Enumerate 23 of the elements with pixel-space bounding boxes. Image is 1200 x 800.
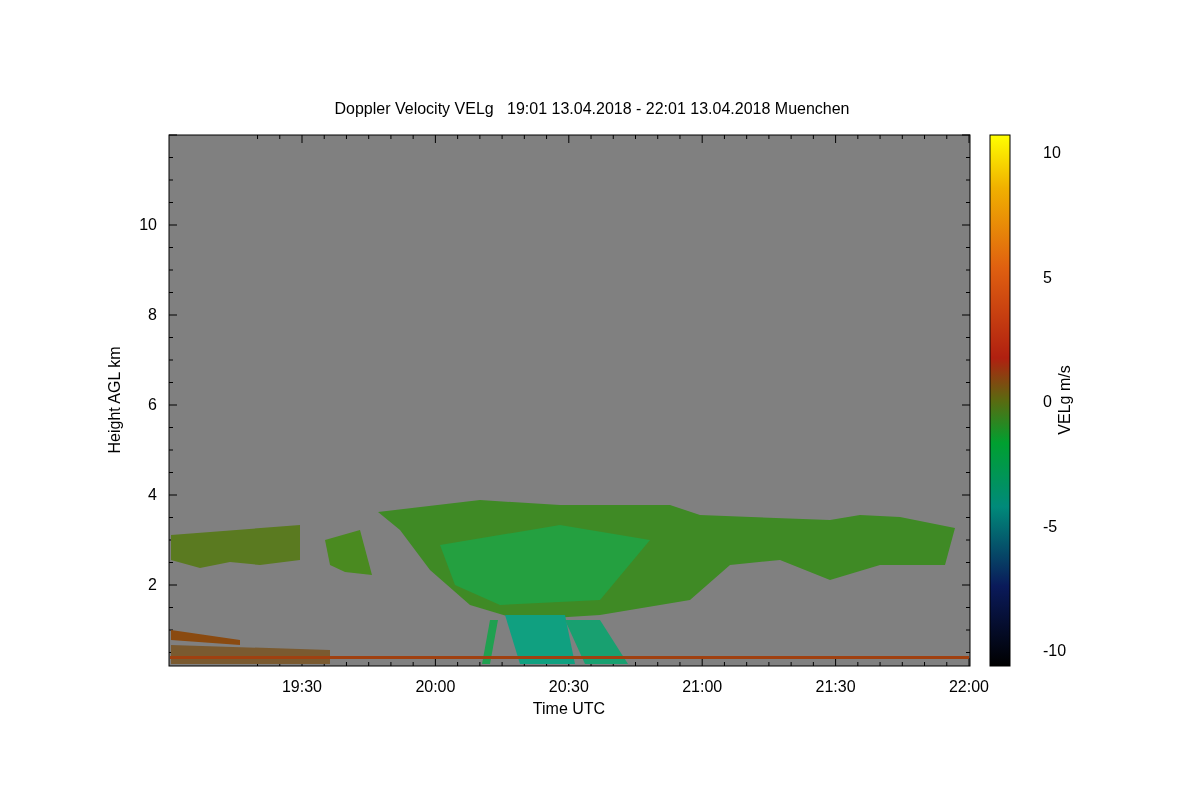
colorbar-tick-label: 5 [1043, 268, 1052, 286]
y-tick-label: 2 [148, 576, 157, 593]
x-tick-label: 21:30 [815, 678, 856, 695]
colorbar-tick-label: -5 [1043, 517, 1058, 535]
x-tick-label: 20:00 [415, 678, 456, 695]
y-axis-label: Height AGL km [106, 346, 123, 454]
chart-title: Doppler Velocity VELg 19:01 13.04.2018 - 22:01 13.04.2018 Muenchen [334, 100, 850, 117]
colorbar-tick-label: -10 [1043, 642, 1067, 659]
colorbar-tick-label: 10 [1043, 144, 1061, 161]
x-tick-label: 21:00 [682, 678, 723, 695]
y-tick-label: 6 [148, 396, 157, 413]
rain-streak [482, 620, 498, 664]
cloud-echo [325, 530, 372, 575]
x-tick-label: 20:30 [548, 678, 589, 695]
x-tick-label: 19:30 [282, 678, 322, 695]
y-tick-label: 4 [148, 486, 157, 503]
y-tick-label: 10 [139, 216, 157, 233]
colorbar-label: VELg m/s [1056, 365, 1073, 435]
y-tick-label: 8 [148, 306, 157, 323]
rain-streak [505, 615, 575, 664]
x-axis-label: Time UTC [532, 700, 606, 717]
colorbar-tick-label: 0 [1043, 393, 1052, 410]
x-tick-label: 22:00 [949, 678, 989, 695]
